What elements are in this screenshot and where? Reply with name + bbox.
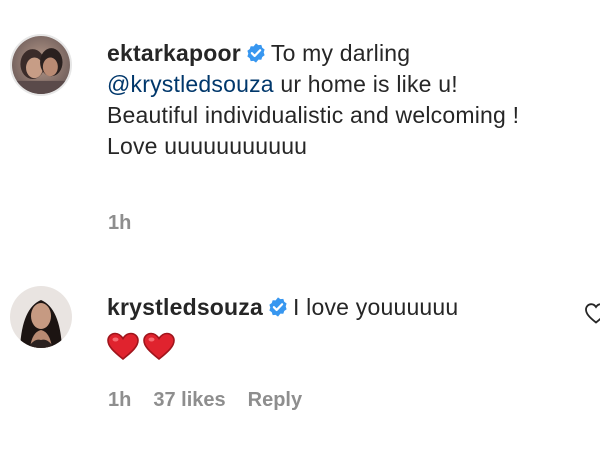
comment-meta: 1h 37 likes Reply bbox=[108, 389, 324, 412]
red-heart-icon bbox=[107, 332, 139, 360]
comment-meta: 1h bbox=[108, 212, 153, 235]
comment-body: ektarkapoor To my darling @krystledsouza … bbox=[107, 38, 597, 162]
comment-body: krystledsouza I love youuuuuu bbox=[107, 292, 597, 360]
comment-text: I love youuuuuu bbox=[293, 294, 459, 320]
avatar-photo bbox=[12, 36, 70, 94]
verified-badge-icon bbox=[247, 43, 265, 63]
timestamp[interactable]: 1h bbox=[108, 389, 131, 411]
avatar[interactable] bbox=[10, 286, 72, 348]
comment-text: To my darling bbox=[270, 40, 411, 66]
timestamp[interactable]: 1h bbox=[108, 212, 131, 234]
avatar[interactable] bbox=[10, 34, 72, 96]
comment-text: Beautiful individualistic and welcoming … bbox=[107, 102, 520, 128]
emoji-row bbox=[107, 329, 597, 360]
mention-link[interactable]: @krystledsouza bbox=[107, 71, 274, 97]
comment-text: Love uuuuuuuuuuu bbox=[107, 133, 308, 159]
username[interactable]: krystledsouza bbox=[107, 294, 263, 320]
reply-button[interactable]: Reply bbox=[248, 389, 302, 411]
username[interactable]: ektarkapoor bbox=[107, 40, 241, 66]
red-heart-icon bbox=[143, 332, 175, 360]
likes-count[interactable]: 37 likes bbox=[153, 389, 225, 411]
comment-text: ur home is like u! bbox=[273, 71, 458, 97]
heart-outline-icon[interactable] bbox=[584, 302, 600, 324]
avatar-photo bbox=[10, 286, 72, 348]
verified-badge-icon bbox=[269, 297, 287, 317]
